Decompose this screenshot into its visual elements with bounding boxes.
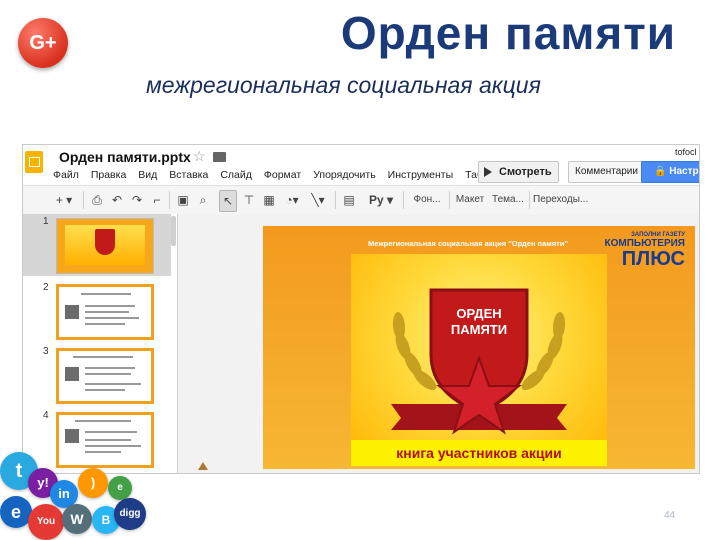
slide-caption: Межрегиональная социальная акция "Орден … — [368, 239, 569, 248]
thumbnail-text-line — [85, 373, 131, 375]
slides-editor-window: Орден памяти.pptx ☆ Файл Правка Вид Вставка… — [22, 144, 700, 474]
toolbar-divider — [529, 191, 530, 209]
digg-icon: digg — [114, 498, 146, 530]
thumbnail-photo — [65, 305, 79, 319]
thumbnail-text-line — [85, 367, 135, 369]
toolbar-divider — [403, 191, 404, 209]
page-number: 44 — [664, 510, 676, 521]
thumbnail-text-line — [85, 323, 125, 325]
folder-icon[interactable] — [213, 152, 226, 162]
thumbnail-heading-line — [81, 293, 131, 295]
share-button-label: Настройки — [669, 166, 699, 177]
scrollbar[interactable] — [171, 216, 176, 246]
slide-thumbnail-panel: 1 2 3 4 — [23, 214, 178, 473]
google-plus-logo: G+ — [18, 18, 68, 68]
thumbnail-text-line — [85, 439, 131, 441]
comments-button[interactable]: Комментарии — [568, 161, 645, 183]
menu-tools[interactable]: Инструменты — [388, 169, 453, 181]
input-tools-button[interactable]: Ру ▾ — [367, 190, 395, 210]
thumbnail-number: 1 — [43, 216, 49, 227]
zoom-fit-icon[interactable]: ▣ — [175, 190, 191, 210]
toolbar: + ▾ ⎙ ↶ ↷ ⌐ ▣ ⌕ ↖ ⊤ ▦ ◔▾ ╲▾ ▤ Ру ▾ Фон..… — [23, 185, 699, 225]
present-button-label: Смотреть — [499, 166, 552, 178]
menu-arrange[interactable]: Упорядочить — [313, 169, 375, 181]
toolbar-divider — [335, 191, 336, 209]
menu-edit[interactable]: Правка — [91, 169, 126, 181]
shape-icon[interactable]: ◔▾ — [281, 190, 303, 210]
star-icon[interactable]: ☆ — [193, 148, 206, 165]
print-icon[interactable]: ⎙ — [89, 190, 105, 210]
thumbnail-text-line — [85, 317, 139, 319]
menu-view[interactable]: Вид — [138, 169, 157, 181]
present-button[interactable]: Смотреть — [478, 161, 559, 183]
input-tools-label: Ру — [368, 193, 384, 207]
cover-footer: книга участников акции — [351, 440, 607, 466]
thumbnail-photo — [65, 367, 79, 381]
thumbnail-number: 4 — [43, 410, 49, 421]
paint-format-icon[interactable]: ⌐ — [149, 190, 165, 210]
theme-button[interactable]: Тема... — [491, 190, 525, 210]
slide-thumbnail-1[interactable]: 1 — [23, 214, 171, 276]
thumbnail-number: 2 — [43, 282, 49, 293]
transition-button[interactable]: Переходы... — [533, 190, 588, 210]
thumbnail-photo — [65, 429, 79, 443]
menu-insert[interactable]: Вставка — [169, 169, 208, 181]
slide-thumbnail-3[interactable]: 3 — [23, 344, 171, 406]
user-name[interactable]: tofocl — [675, 147, 697, 157]
rss-icon: ) — [78, 468, 108, 498]
thumbnail-preview — [56, 348, 154, 404]
slide-canvas: Межрегиональная социальная акция "Орден … — [178, 214, 699, 473]
slides-logo-icon[interactable] — [25, 151, 43, 173]
brand-logo-line2: ПЛЮС — [621, 248, 685, 270]
line-icon[interactable]: ╲▾ — [307, 190, 329, 210]
wordpress-icon: W — [62, 504, 92, 534]
undo-icon[interactable]: ↶ — [109, 190, 125, 210]
book-cover-image: ОРДЕН ПАМЯТИ книга участников акции — [351, 254, 607, 466]
thumbnail-preview — [56, 218, 154, 274]
menu-file[interactable]: Файл — [53, 169, 79, 181]
cover-title-line2: ПАМЯТИ — [450, 322, 508, 337]
comment-add-icon[interactable]: ▤ — [341, 190, 357, 210]
toolbar-divider — [169, 191, 170, 209]
redo-icon[interactable]: ↷ — [129, 190, 145, 210]
menu-bar: Орден памяти.pptx ☆ Файл Правка Вид Вставка… — [23, 145, 699, 185]
thumbnail-text-line — [85, 311, 129, 313]
layout-button-label: Макет — [455, 194, 485, 205]
thumbnail-number: 3 — [43, 346, 49, 357]
current-slide[interactable]: Межрегиональная социальная акция "Орден … — [263, 226, 695, 469]
thumbnail-text-line — [85, 305, 135, 307]
cursor-icon — [198, 462, 208, 470]
menu-format[interactable]: Формат — [264, 169, 301, 181]
zoom-icon[interactable]: ⌕ — [195, 190, 211, 210]
slide-thumbnail-2[interactable]: 2 — [23, 280, 171, 342]
thumbnail-shield — [95, 229, 115, 255]
share-button[interactable]: 🔒 Настройки — [641, 161, 699, 183]
social-icons-cluster: t y! in ) e e You W B digg — [0, 446, 160, 540]
toolbar-divider — [449, 191, 450, 209]
image-icon[interactable]: ▦ — [261, 190, 277, 210]
document-title[interactable]: Орден памяти.pptx — [59, 149, 191, 165]
layout-button[interactable]: Макет ▾ — [453, 190, 487, 225]
thumbnail-preview — [56, 284, 154, 340]
toolbar-divider — [83, 191, 84, 209]
thumbnail-heading-line — [75, 420, 131, 422]
main-menu: Файл Правка Вид Вставка Слайд Формат Упорядочи… — [53, 169, 518, 181]
cover-title-line1: ОРДЕН — [456, 306, 502, 321]
page-subtitle: межрегиональная социальная акция — [146, 72, 541, 98]
select-pointer-icon[interactable]: ↖ — [219, 190, 237, 212]
evernote-icon: e — [108, 476, 132, 500]
play-icon — [484, 167, 492, 177]
text-box-icon[interactable]: ⊤ — [241, 190, 257, 210]
menu-slide[interactable]: Слайд — [220, 169, 252, 181]
thumbnail-text-line — [85, 431, 137, 433]
youtube-icon: You — [28, 504, 64, 540]
thumbnail-heading-line — [73, 356, 133, 358]
thumbnail-text-line — [85, 383, 141, 385]
page-title: Орден памяти — [340, 7, 676, 59]
order-emblem-graphic — [391, 288, 567, 435]
new-slide-icon[interactable]: + ▾ — [53, 190, 75, 210]
thumbnail-text-line — [85, 389, 125, 391]
background-button[interactable]: Фон... — [411, 190, 443, 210]
